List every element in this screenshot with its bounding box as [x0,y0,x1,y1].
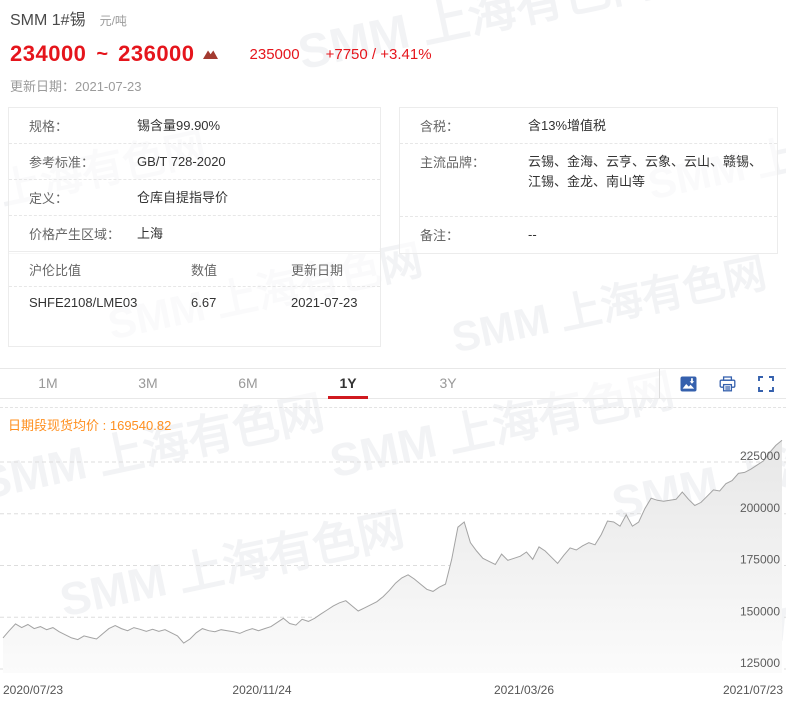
tab-3y[interactable]: 3Y [428,369,468,398]
page-title: SMM 1#锡 [10,12,86,29]
table-row: 规格： 锡含量99.90% [9,108,380,145]
x-axis-tick: 2020/07/23 [3,683,63,697]
average-label: 日期段现货均价 : [8,418,107,433]
row-value: 含13%增值税 [528,118,607,133]
row-label: 定义： [29,191,69,207]
period-average-row: 日期段现货均价 : 169540.82 [0,407,786,434]
price-low: 234000 [10,41,87,66]
smm-tin-price-page: SMM 上海有色网 SMM 上海有色网 SMM 上海有色网 SMM 上海有色网 … [0,0,786,708]
tab-1m[interactable]: 1M [28,369,68,398]
column-header: 数值 [191,263,218,278]
tab-label: 6M [238,375,258,391]
row-value: GB/T 728-2020 [137,154,226,170]
ratio-data-row: SHFE2108/LME03 6.67 2021-07-23 [9,287,380,317]
column-header: 更新日期 [291,263,344,278]
tab-label: 3M [138,375,158,391]
x-axis-labels: 2020/07/23 2020/11/24 2021/03/26 2021/07… [3,683,783,697]
row-label: 价格产生区域： [29,227,121,243]
spec-table-right: 含税： 含13%增值税 主流品牌： 云锡、金海、云亨、云象、云山、赣锡、江锡、金… [399,107,778,254]
save-image-icon[interactable] [680,376,697,392]
table-row: 主流品牌： 云锡、金海、云亨、云象、云山、赣锡、江锡、金龙、南山等 [400,144,777,218]
average-value: 169540.82 [109,418,172,433]
ratio-value: 6.67 [191,295,217,310]
tab-label: 1Y [339,375,357,391]
y-axis-tick: 200000 [740,501,780,515]
y-axis-tick: 175000 [740,553,780,567]
row-label: 参考标准： [29,155,95,171]
table-row: 价格产生区域： 上海 [9,216,380,251]
price-average: 235000 [249,45,300,63]
price-range-tilde: ~ [96,42,109,65]
spec-tables: 规格： 锡含量99.90% 参考标准： GB/T 728-2020 定义： 仓库… [8,107,778,254]
price-chart[interactable]: 225000 200000 175000 150000 125000 2020/… [0,430,786,708]
row-label: 含税： [420,119,460,134]
table-row: 定义： 仓库自提指导价 [9,180,380,217]
watermark: SMM 上海有色网 [447,248,771,362]
table-row: 含税： 含13%增值税 [400,108,777,145]
table-row: 参考标准： GB/T 728-2020 [9,144,380,181]
change-separator: / [371,45,377,63]
tab-1y[interactable]: 1Y [328,369,368,399]
row-value: 仓库自提指导价 [137,190,229,206]
price-change: +7750 / +3.41% [326,46,432,63]
x-axis-tick: 2020/11/24 [232,683,291,697]
tab-label: 3Y [439,375,457,391]
shfe-lme-ratio-table: 沪伦比值 数值 更新日期 SHFE2108/LME03 6.67 2021-07… [8,251,381,347]
print-icon[interactable] [719,375,736,392]
active-tab-underline [328,396,368,399]
chart-toolbar: 1M 3M 6M 1Y 3Y [0,368,786,399]
row-value: -- [528,227,537,243]
price-unit: 元/吨 [99,14,127,28]
price-high: 236000 [118,41,195,66]
row-label: 备注： [420,228,460,244]
y-axis-tick: 150000 [740,604,780,618]
change-absolute: +7750 [325,45,368,63]
row-value: 锡含量99.90% [137,118,221,133]
update-date: 更新日期：2021-07-23 [10,79,142,94]
chart-tools [659,369,774,398]
table-row: 备注： -- [400,217,777,252]
tab-label: 1M [38,375,58,391]
ratio-update-date: 2021-07-23 [291,295,358,310]
period-average-price: 日期段现货均价 : 169540.82 [0,408,786,434]
y-axis-tick: 225000 [740,449,780,463]
x-axis-tick: 2021/07/23 [723,683,783,697]
spec-table-left: 规格： 锡含量99.90% 参考标准： GB/T 728-2020 定义： 仓库… [8,107,381,254]
ratio-contract: SHFE2108/LME03 [29,295,138,310]
tab-3m[interactable]: 3M [128,369,168,398]
tab-6m[interactable]: 6M [228,369,268,398]
row-value: 云锡、金海、云亨、云象、云山、赣锡、江锡、金龙、南山等 [528,154,763,190]
row-label: 规格： [29,119,69,134]
price-header: SMM 1#锡 元/吨 234000 ~ 236000 235000 +7750… [10,6,432,95]
x-axis-tick: 2021/03/26 [494,683,554,697]
y-axis-tick: 125000 [740,656,780,670]
column-header: 沪伦比值 [29,263,82,278]
price-up-arrow-icon [202,49,218,59]
change-percent: +3.41% [380,45,432,63]
fullscreen-icon[interactable] [758,375,774,392]
row-label: 主流品牌： [420,155,486,171]
period-tabs: 1M 3M 6M 1Y 3Y [28,369,528,399]
row-value: 上海 [137,226,164,242]
ratio-header-row: 沪伦比值 数值 更新日期 [9,252,380,287]
chart-area-fill [3,440,782,673]
